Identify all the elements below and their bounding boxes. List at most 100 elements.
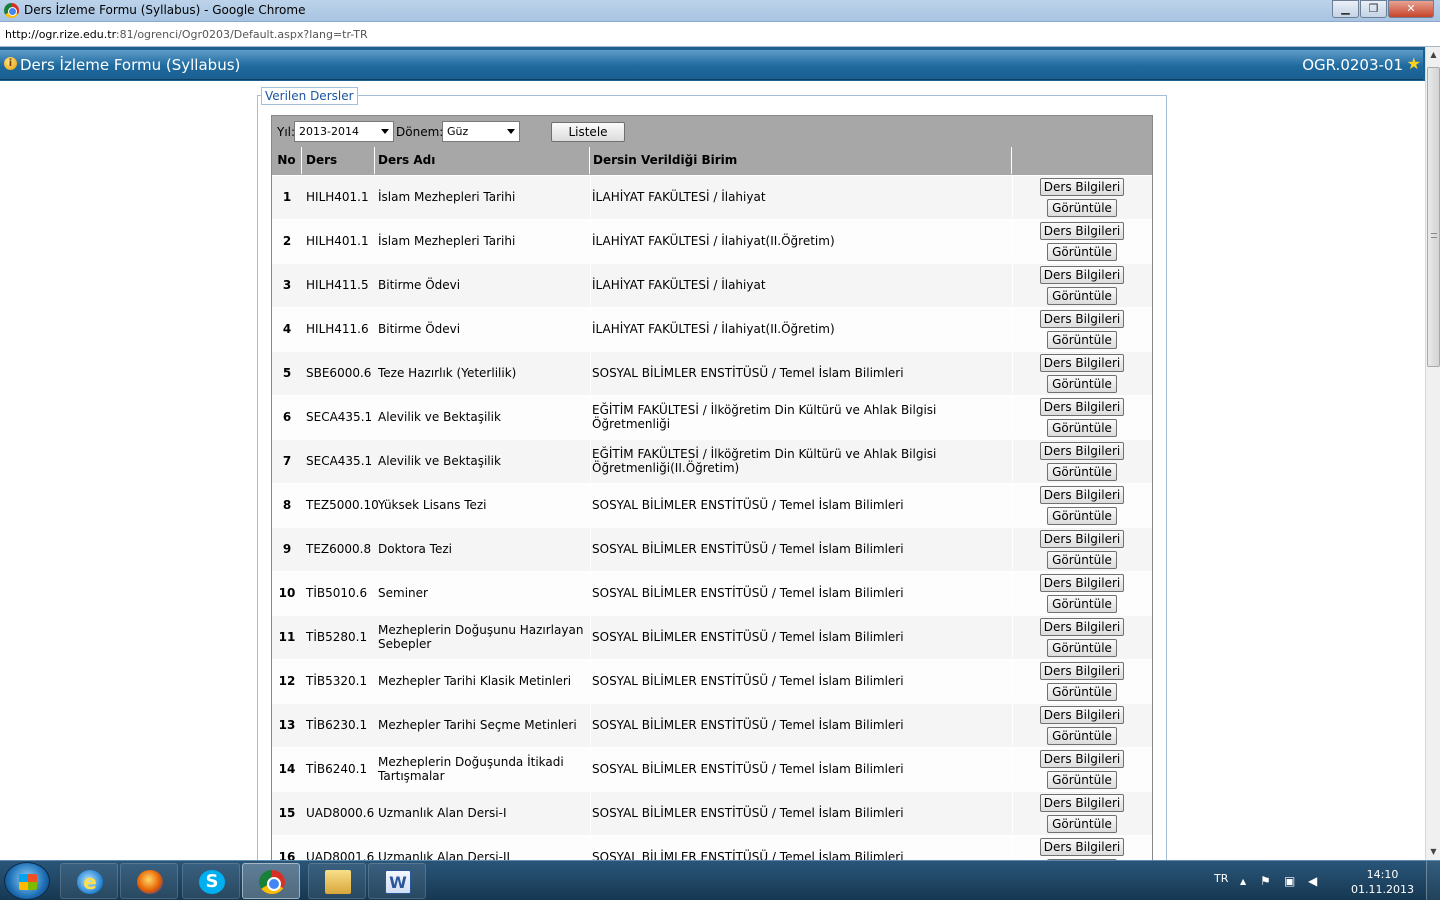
course-info-button[interactable]: Ders Bilgileri	[1040, 222, 1124, 240]
column-divider	[590, 484, 591, 526]
course-name-cell: Uzmanlık Alan Dersi-I	[378, 792, 588, 834]
row-number-cell: 3	[272, 264, 302, 306]
column-divider	[1012, 264, 1013, 306]
column-divider	[590, 308, 591, 350]
course-info-button[interactable]: Ders Bilgileri	[1040, 750, 1124, 768]
course-info-button[interactable]: Ders Bilgileri	[1040, 618, 1124, 636]
taskbar-firefox[interactable]	[120, 863, 178, 899]
taskbar-internet-explorer[interactable]: e	[60, 863, 118, 899]
scrollbar-thumb[interactable]	[1427, 67, 1440, 367]
course-unit: SOSYAL BİLİMLER ENSTİTÜSÜ / Temel İslam …	[592, 542, 904, 556]
course-unit: İLAHİYAT FAKÜLTESİ / İlahiyat(II.Öğretim…	[592, 234, 835, 248]
row-number: 1	[282, 190, 292, 204]
course-name-cell: Bitirme Ödevi	[378, 264, 588, 306]
course-info-button[interactable]: Ders Bilgileri	[1040, 530, 1124, 548]
view-button[interactable]: Görüntüle	[1047, 727, 1117, 745]
taskbar-file-explorer[interactable]	[308, 863, 366, 899]
course-name: Mezhepler Tarihi Seçme Metinleri	[378, 718, 577, 732]
view-button[interactable]: Görüntüle	[1047, 639, 1117, 657]
table-row: 13 TİB6230.1 Mezhepler Tarihi Seçme Metinl…	[272, 703, 1152, 747]
course-unit: SOSYAL BİLİMLER ENSTİTÜSÜ / Temel İslam …	[592, 366, 904, 380]
course-info-button[interactable]: Ders Bilgileri	[1040, 838, 1124, 856]
course-unit: İLAHİYAT FAKÜLTESİ / İlahiyat	[592, 190, 766, 204]
start-button[interactable]	[4, 862, 50, 900]
volume-icon[interactable]: ◀	[1308, 874, 1317, 888]
column-divider	[590, 264, 591, 306]
course-info-button[interactable]: Ders Bilgileri	[1040, 662, 1124, 680]
course-unit-cell: SOSYAL BİLİMLER ENSTİTÜSÜ / Temel İslam …	[592, 748, 992, 790]
taskbar-chrome[interactable]	[242, 863, 300, 899]
form-code: OGR.0203-01	[1302, 56, 1403, 74]
view-button[interactable]: Görüntüle	[1047, 683, 1117, 701]
column-header-no: No	[272, 147, 302, 174]
action-center-flag-icon[interactable]: ⚑	[1260, 874, 1271, 888]
course-name-cell: Doktora Tezi	[378, 528, 588, 570]
course-unit: İLAHİYAT FAKÜLTESİ / İlahiyat(II.Öğretim…	[592, 322, 835, 336]
table-row: 3 HILH411.5 Bitirme Ödevi İLAHİYAT FAKÜLTES…	[272, 263, 1152, 307]
address-bar[interactable]: http://ogr.rize.edu.tr:81/ogrenci/Ogr020…	[0, 22, 1440, 47]
column-divider	[590, 748, 591, 790]
network-icon[interactable]: ▣	[1284, 874, 1295, 888]
course-info-button[interactable]: Ders Bilgileri	[1040, 574, 1124, 592]
show-desktop-button[interactable]	[1426, 861, 1440, 900]
course-code-cell: TİB5010.6	[306, 572, 378, 614]
course-unit-cell: SOSYAL BİLİMLER ENSTİTÜSÜ / Temel İslam …	[592, 572, 992, 614]
row-number-cell: 16	[272, 836, 302, 860]
row-number-cell: 10	[272, 572, 302, 614]
course-info-button[interactable]: Ders Bilgileri	[1040, 706, 1124, 724]
column-divider	[590, 440, 591, 482]
view-button[interactable]: Görüntüle	[1047, 199, 1117, 217]
column-divider	[1012, 792, 1013, 834]
course-info-button[interactable]: Ders Bilgileri	[1040, 266, 1124, 284]
page-scrollbar[interactable]: ▲ ▼	[1425, 47, 1440, 860]
course-info-button[interactable]: Ders Bilgileri	[1040, 442, 1124, 460]
course-code-cell: TEZ6000.8	[306, 528, 378, 570]
course-code-cell: TİB5280.1	[306, 616, 378, 658]
app-header: i Ders İzleme Formu (Syllabus) OGR.0203-…	[0, 50, 1423, 80]
course-info-button[interactable]: Ders Bilgileri	[1040, 486, 1124, 504]
star-icon[interactable]: ★	[1407, 54, 1421, 73]
firefox-icon	[137, 870, 163, 894]
close-button[interactable]: ✕	[1388, 0, 1434, 18]
course-unit: SOSYAL BİLİMLER ENSTİTÜSÜ / Temel İslam …	[592, 718, 904, 732]
course-info-button[interactable]: Ders Bilgileri	[1040, 794, 1124, 812]
course-info-button[interactable]: Ders Bilgileri	[1040, 310, 1124, 328]
clock[interactable]: 14:10 01.11.2013	[1351, 867, 1414, 897]
list-button[interactable]: Listele	[551, 122, 625, 142]
fieldset-legend: Verilen Dersler	[261, 87, 358, 105]
maximize-button[interactable]: ❐	[1360, 0, 1387, 18]
view-button[interactable]: Görüntüle	[1047, 243, 1117, 261]
course-info-button[interactable]: Ders Bilgileri	[1040, 354, 1124, 372]
view-button[interactable]: Görüntüle	[1047, 815, 1117, 833]
view-button[interactable]: Görüntüle	[1047, 331, 1117, 349]
course-code-cell: UAD8001.6	[306, 836, 378, 860]
taskbar-word[interactable]: W	[368, 863, 426, 899]
view-button[interactable]: Görüntüle	[1047, 771, 1117, 789]
course-name-cell: Seminer	[378, 572, 588, 614]
taskbar-skype[interactable]: S	[182, 863, 240, 899]
course-info-button[interactable]: Ders Bilgileri	[1040, 178, 1124, 196]
year-select[interactable]: 2013-2014	[294, 121, 394, 142]
language-indicator[interactable]: TR	[1214, 872, 1228, 885]
term-select[interactable]: Güz	[442, 121, 520, 142]
course-code: TİB6240.1	[306, 762, 368, 776]
scroll-up-icon[interactable]: ▲	[1428, 50, 1439, 60]
show-hidden-icons-icon[interactable]: ▲	[1240, 877, 1246, 886]
course-unit: SOSYAL BİLİMLER ENSTİTÜSÜ / Temel İslam …	[592, 630, 904, 644]
scroll-down-icon[interactable]: ▼	[1428, 847, 1439, 857]
view-button[interactable]: Görüntüle	[1047, 463, 1117, 481]
view-button[interactable]: Görüntüle	[1047, 551, 1117, 569]
view-button[interactable]: Görüntüle	[1047, 419, 1117, 437]
column-divider	[590, 704, 591, 746]
view-button[interactable]: Görüntüle	[1047, 595, 1117, 613]
row-number: 14	[278, 762, 296, 776]
course-info-button[interactable]: Ders Bilgileri	[1040, 398, 1124, 416]
url-text[interactable]: http://ogr.rize.edu.tr:81/ogrenci/Ogr020…	[5, 28, 368, 41]
course-unit: SOSYAL BİLİMLER ENSTİTÜSÜ / Temel İslam …	[592, 498, 904, 512]
view-button[interactable]: Görüntüle	[1047, 375, 1117, 393]
table-row: 14 TİB6240.1 Mezheplerin Doğuşunda İtikadi…	[272, 747, 1152, 791]
view-button[interactable]: Görüntüle	[1047, 287, 1117, 305]
courses-panel: Yıl: 2013-2014 Dönem: Güz Listele No Der…	[271, 115, 1153, 860]
view-button[interactable]: Görüntüle	[1047, 507, 1117, 525]
minimize-button[interactable]: ▁	[1332, 0, 1359, 18]
